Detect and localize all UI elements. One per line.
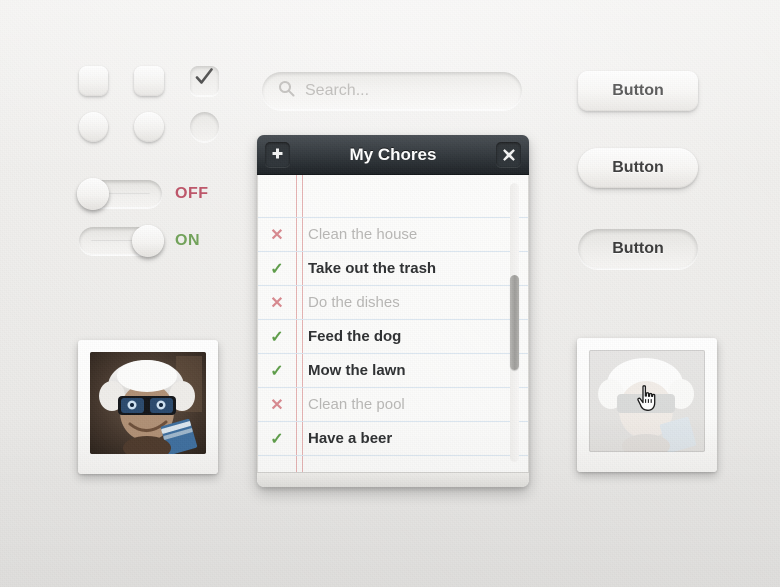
plus-icon	[272, 148, 283, 159]
button-1[interactable]: Button	[578, 71, 698, 111]
panel-title: My Chores	[349, 144, 437, 164]
close-icon	[502, 148, 515, 161]
cross-icon[interactable]: ✕	[258, 225, 296, 245]
chore-row[interactable]: ✕ Do the dishes	[258, 285, 528, 319]
photo-frame-normal[interactable]	[78, 340, 218, 474]
button-1-label: Button	[612, 82, 664, 99]
checkbox-3[interactable]	[189, 66, 219, 96]
cross-icon[interactable]: ✕	[258, 293, 296, 313]
toggle-knob[interactable]	[132, 225, 164, 257]
toggle-switch-on[interactable]	[79, 225, 164, 257]
chore-label: Feed the dog	[308, 328, 402, 345]
radio-1[interactable]	[79, 112, 109, 142]
toggle-on-label: ON	[175, 232, 200, 249]
chore-label: Do the dishes	[308, 294, 400, 311]
list-scrollbar-thumb[interactable]	[510, 275, 519, 370]
toggle-off-group: OFF	[77, 178, 208, 210]
search-field[interactable]: Search...	[262, 72, 522, 110]
cross-icon[interactable]: ✕	[258, 395, 296, 415]
chore-row[interactable]: ✓ Feed the dog	[258, 319, 528, 353]
chore-row[interactable]: ✓ Take out the trash	[258, 251, 528, 285]
radio-2[interactable]	[134, 112, 164, 142]
check-icon	[194, 67, 215, 93]
photo-image-faded	[589, 350, 705, 452]
checkbox-row	[79, 66, 219, 96]
chores-panel: My Chores ✕ Clean the house ✓ Take out the …	[257, 135, 529, 487]
search-placeholder: Search...	[305, 82, 370, 99]
add-chore-button[interactable]	[265, 142, 290, 167]
button-2[interactable]: Button	[578, 148, 698, 188]
chores-list: ✕ Clean the house ✓ Take out the trash ✕ Do t…	[258, 217, 528, 472]
checkbox-2[interactable]	[134, 66, 164, 96]
check-icon[interactable]: ✓	[258, 361, 296, 381]
toggle-on-group: ON	[79, 225, 200, 257]
panel-footer	[257, 472, 529, 487]
check-icon[interactable]: ✓	[258, 259, 296, 279]
chore-label: Mow the lawn	[308, 362, 406, 379]
toggle-switch-off[interactable]	[77, 178, 162, 210]
close-panel-button[interactable]	[496, 142, 521, 167]
chore-label: Take out the trash	[308, 260, 437, 277]
chores-paper: ✕ Clean the house ✓ Take out the trash ✕ Do t…	[257, 175, 529, 472]
app-background: OFF ON Search... Button Button Button My…	[0, 0, 780, 587]
check-icon[interactable]: ✓	[258, 429, 296, 449]
search-icon	[278, 80, 295, 102]
chore-row[interactable]: ✕ Clean the house	[258, 217, 528, 251]
button-2-label: Button	[612, 159, 664, 176]
button-3-label: Button	[612, 240, 664, 257]
radio-row	[79, 112, 219, 142]
chore-label: Clean the pool	[308, 396, 405, 413]
radio-3[interactable]	[189, 112, 219, 142]
button-3[interactable]: Button	[578, 229, 698, 269]
chore-row[interactable]: ✓ Mow the lawn	[258, 353, 528, 387]
toggle-knob[interactable]	[77, 178, 109, 210]
panel-titlebar: My Chores	[257, 135, 529, 175]
chore-label: Clean the house	[308, 226, 418, 243]
chore-row[interactable]: ✓ Have a beer	[258, 421, 528, 455]
toggle-off-label: OFF	[175, 185, 209, 202]
check-icon[interactable]: ✓	[258, 327, 296, 347]
chore-row-empty	[258, 455, 528, 472]
checkbox-1[interactable]	[79, 66, 109, 96]
chore-label: Have a beer	[308, 430, 393, 447]
pointing-hand-cursor	[636, 385, 658, 418]
photo-frame-hover[interactable]	[577, 338, 717, 472]
photo-image	[90, 352, 206, 454]
chore-row[interactable]: ✕ Clean the pool	[258, 387, 528, 421]
checkbox-radio-grid	[79, 66, 219, 158]
